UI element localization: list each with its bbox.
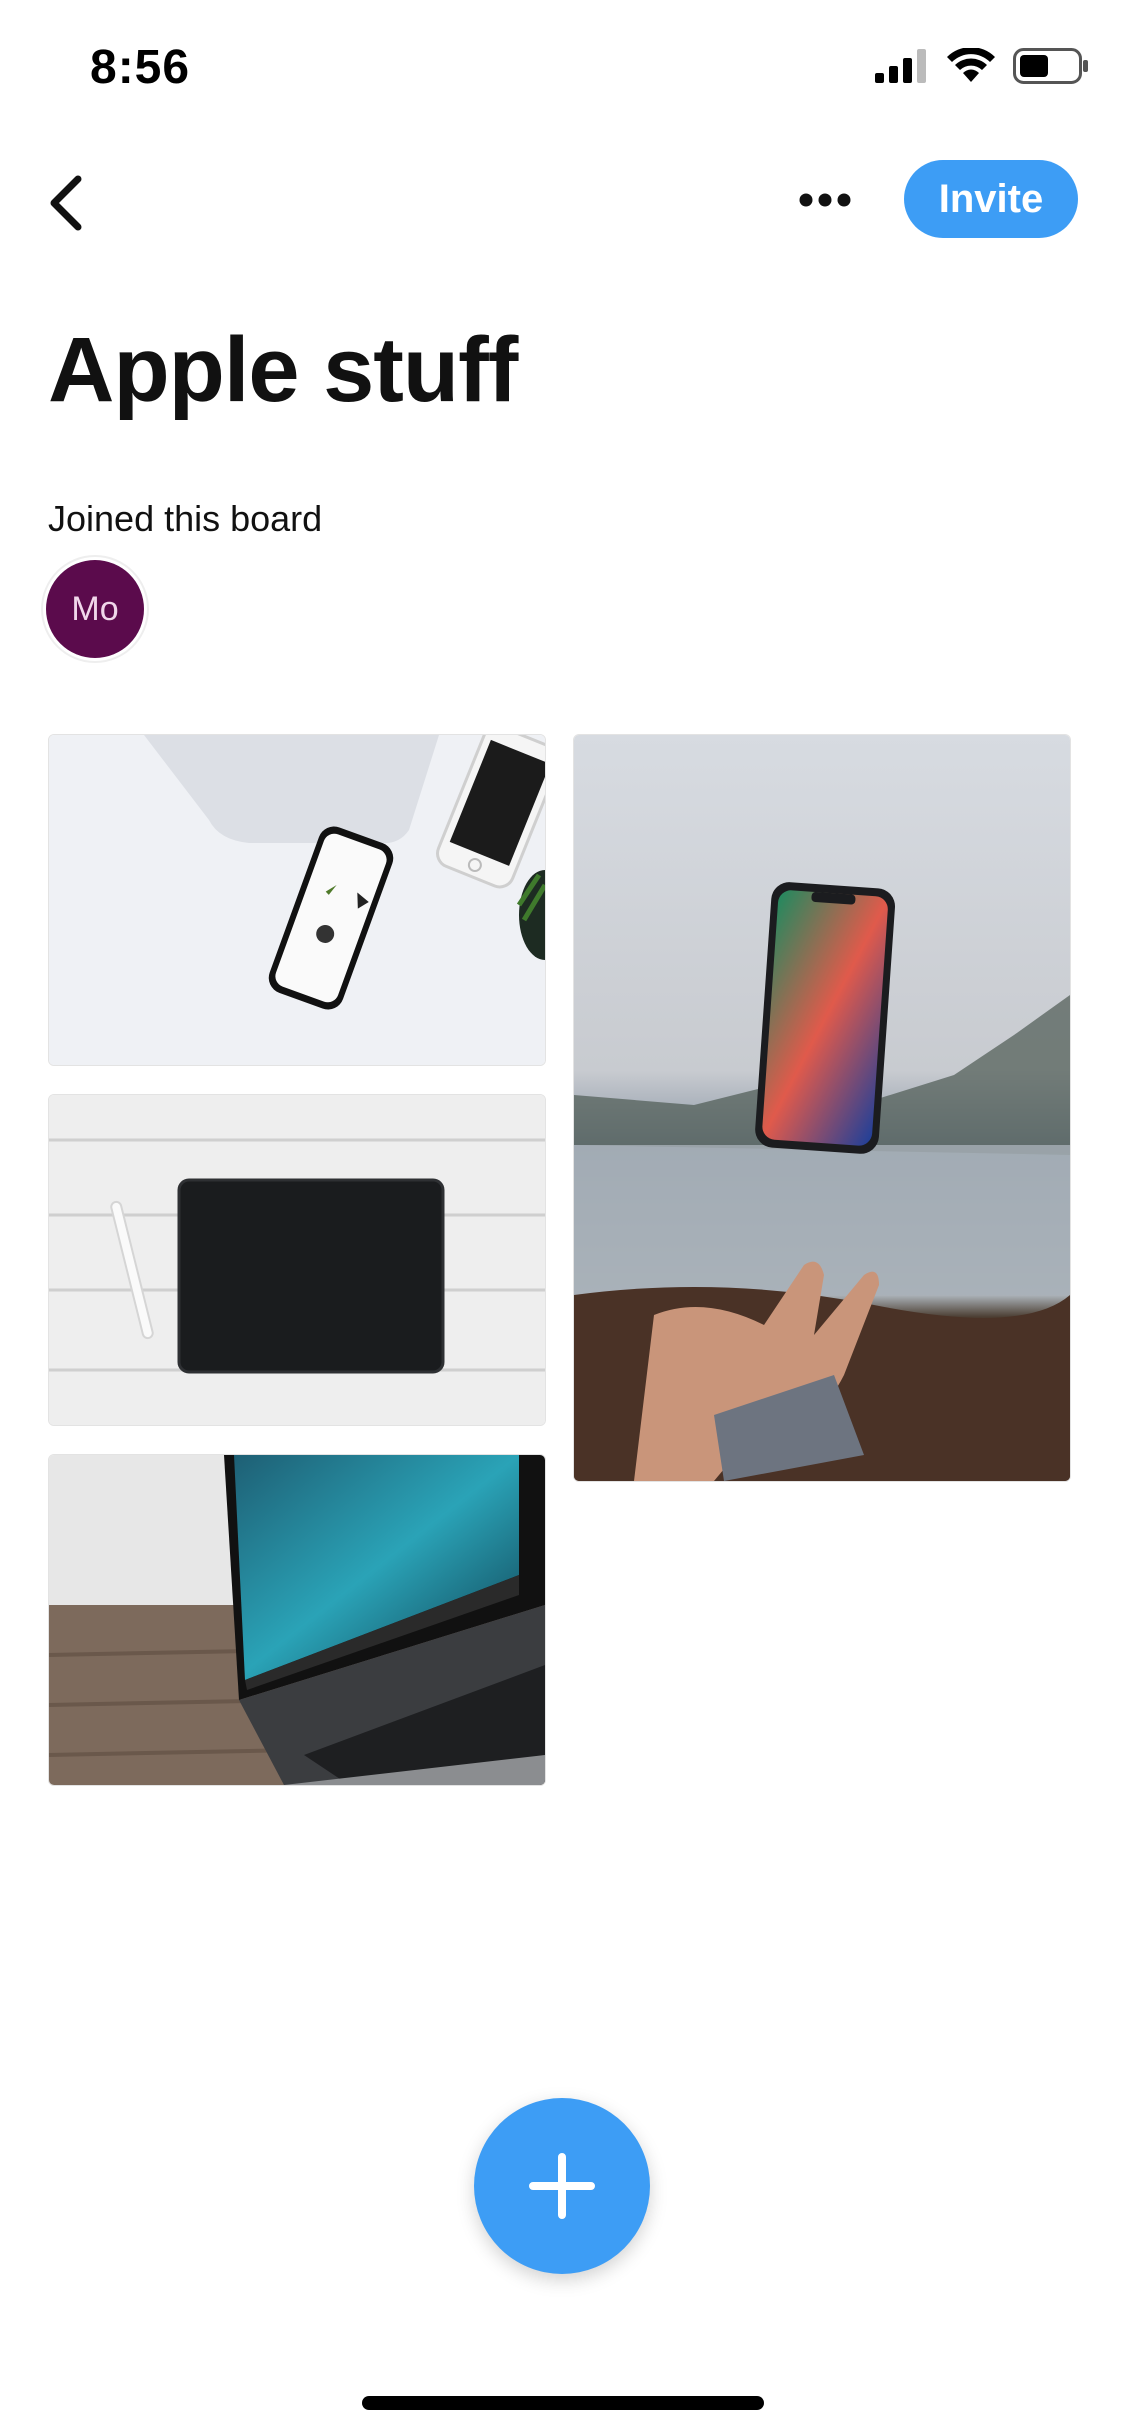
pin-ipad-and-pencil[interactable] (48, 1094, 546, 1426)
joined-label: Joined this board (48, 498, 323, 539)
pin-iphones-on-desk[interactable] (48, 734, 546, 1066)
back-button[interactable] (36, 168, 96, 238)
battery-icon (1013, 48, 1088, 84)
pin-macbook-pro[interactable] (48, 1454, 546, 1786)
pin-image (49, 1455, 545, 1785)
pin-image (49, 1095, 545, 1425)
more-options-button[interactable] (790, 170, 860, 230)
board-title: Apple stuff (48, 319, 518, 421)
signal-icon (875, 49, 926, 83)
home-indicator (362, 2396, 764, 2410)
plus-icon (529, 2153, 595, 2219)
pin-iphone-x-floating[interactable] (573, 734, 1071, 1482)
wifi-icon (947, 48, 995, 82)
member-avatar[interactable]: Mo (46, 560, 144, 658)
status-icons (875, 46, 1089, 86)
more-horizontal-icon (799, 193, 851, 207)
add-pin-button[interactable] (474, 2098, 650, 2274)
pin-image (49, 735, 545, 1065)
pin-image (574, 735, 1070, 1481)
status-time: 8:56 (90, 41, 191, 94)
invite-button[interactable]: Invite (904, 160, 1078, 238)
chevron-left-icon (50, 175, 82, 231)
